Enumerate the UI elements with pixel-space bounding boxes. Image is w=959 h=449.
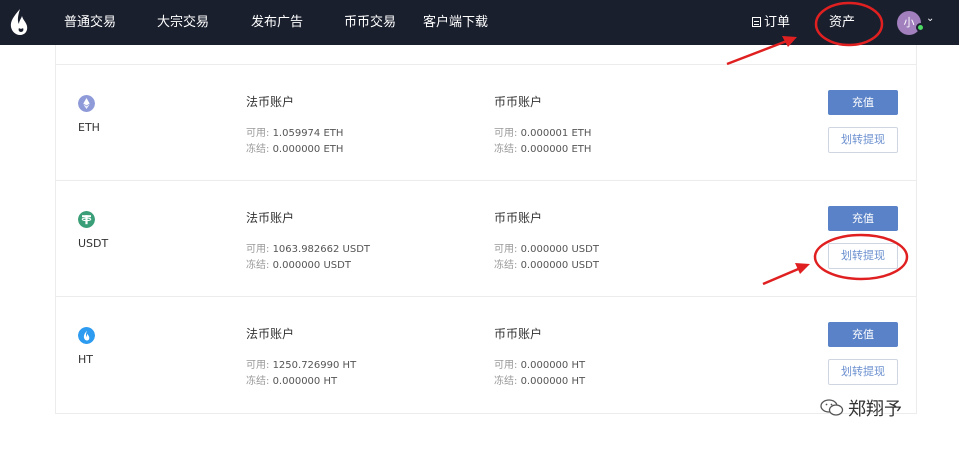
spot-available: 可用: 0.000000 USDT bbox=[494, 244, 599, 255]
transfer-withdraw-button[interactable]: 划转提现 bbox=[828, 359, 898, 385]
fiat-frozen: 冻结: 0.000000 USDT bbox=[246, 260, 351, 271]
orders-label: 订单 bbox=[764, 15, 791, 30]
top-nav: 普通交易 大宗交易 发布广告 币币交易 客户端下载 订单 资产 小 ⌄ bbox=[0, 0, 959, 45]
fiat-account-title: 法币账户 bbox=[246, 95, 295, 109]
asset-list: ETH 法币账户 可用: 1.059974 ETH 冻结: 0.000000 E… bbox=[55, 45, 917, 414]
assets-link[interactable]: 资产 bbox=[829, 0, 855, 45]
spot-frozen: 冻结: 0.000000 USDT bbox=[494, 260, 599, 271]
wechat-icon bbox=[820, 399, 844, 416]
spot-available: 可用: 0.000001 ETH bbox=[494, 128, 592, 139]
nav-item-normal-trade[interactable]: 普通交易 bbox=[64, 0, 116, 45]
online-status-dot bbox=[916, 23, 925, 32]
brand-flame-icon[interactable] bbox=[8, 8, 30, 36]
fiat-available: 可用: 1.059974 ETH bbox=[246, 128, 344, 139]
transfer-withdraw-button[interactable]: 划转提现 bbox=[828, 243, 898, 269]
nav-item-block-trade[interactable]: 大宗交易 bbox=[157, 0, 209, 45]
asset-row-ht: HT 法币账户 可用: 1250.726990 HT 冻结: 0.000000 … bbox=[56, 297, 916, 413]
coin-name: ETH bbox=[78, 121, 100, 134]
spot-account-title: 币币账户 bbox=[494, 211, 543, 225]
deposit-button[interactable]: 充值 bbox=[828, 322, 898, 347]
deposit-button[interactable]: 充值 bbox=[828, 90, 898, 115]
spot-frozen: 冻结: 0.000000 ETH bbox=[494, 144, 592, 155]
fiat-account-title: 法币账户 bbox=[246, 327, 295, 341]
usdt-coin-icon bbox=[78, 211, 95, 228]
eth-coin-icon bbox=[78, 95, 95, 112]
nav-item-post-ad[interactable]: 发布广告 bbox=[251, 0, 303, 45]
ht-coin-icon bbox=[78, 327, 95, 344]
orders-link[interactable]: 订单 bbox=[752, 0, 790, 45]
fiat-frozen: 冻结: 0.000000 ETH bbox=[246, 144, 344, 155]
fiat-frozen: 冻结: 0.000000 HT bbox=[246, 376, 338, 387]
spot-account-title: 币币账户 bbox=[494, 327, 543, 341]
asset-row-eth: ETH 法币账户 可用: 1.059974 ETH 冻结: 0.000000 E… bbox=[56, 65, 916, 181]
fiat-available: 可用: 1063.982662 USDT bbox=[246, 244, 371, 255]
order-list-icon bbox=[752, 17, 761, 27]
coin-name: USDT bbox=[78, 237, 109, 250]
nav-item-spot-trade[interactable]: 币币交易 bbox=[344, 0, 396, 45]
asset-row-usdt: USDT 法币账户 可用: 1063.982662 USDT 冻结: 0.000… bbox=[56, 181, 916, 297]
spot-account-title: 币币账户 bbox=[494, 95, 543, 109]
coin-name: HT bbox=[78, 353, 93, 366]
nav-item-client-download[interactable]: 客户端下载 bbox=[423, 0, 488, 45]
fiat-available: 可用: 1250.726990 HT bbox=[246, 360, 357, 371]
spot-available: 可用: 0.000000 HT bbox=[494, 360, 586, 371]
fiat-account-title: 法币账户 bbox=[246, 211, 295, 225]
transfer-withdraw-button[interactable]: 划转提现 bbox=[828, 127, 898, 153]
watermark-text: 郑翔予 bbox=[848, 399, 902, 420]
spot-frozen: 冻结: 0.000000 HT bbox=[494, 376, 586, 387]
watermark: 郑翔予 bbox=[820, 395, 902, 421]
deposit-button[interactable]: 充值 bbox=[828, 206, 898, 231]
chevron-down-icon[interactable]: ⌄ bbox=[926, 13, 934, 24]
